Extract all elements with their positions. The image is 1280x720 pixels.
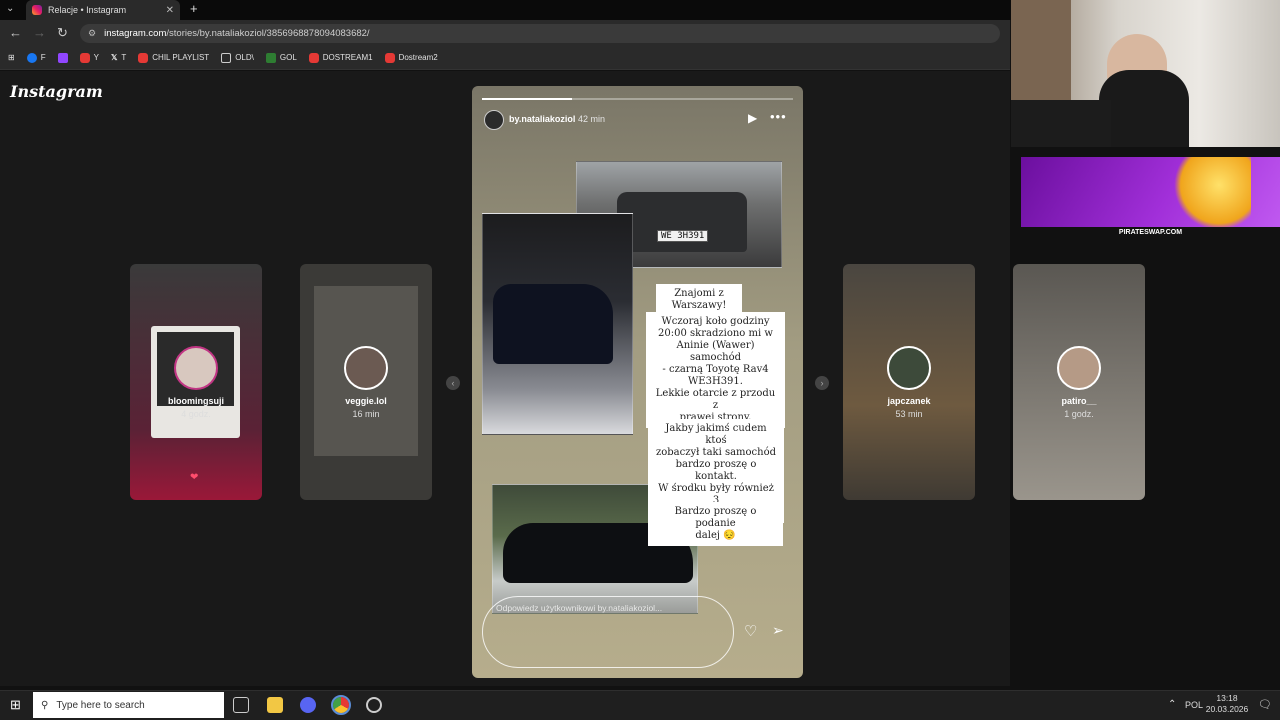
story-preview-japczanek[interactable]: japczanek 53 min [843, 264, 975, 500]
apps-icon[interactable]: ⊞ [8, 53, 15, 62]
bookmark-item[interactable]: DOSTREAM1 [308, 52, 373, 63]
story-preview-veggie-lol[interactable]: veggie.lol 16 min [300, 264, 432, 500]
story-author-name[interactable]: by.nataliakoziol [509, 114, 575, 124]
url-path: /stories/by.nataliakoziol/38569688780940… [166, 28, 370, 39]
next-story-icon[interactable]: › [815, 376, 829, 390]
story-author-avatar[interactable] [484, 110, 504, 130]
previous-story-icon[interactable]: ‹ [446, 376, 460, 390]
bookmarks-bar: ⊞ F Y 𝕏T CHIL PLAYLIST OLD\ GOL DOSTREAM… [0, 46, 1010, 70]
story-time: 1 godz. [1064, 409, 1094, 419]
notification-icon[interactable]: 🗨 [1258, 698, 1272, 711]
back-icon[interactable]: ← [9, 25, 22, 40]
folder-icon [221, 52, 232, 63]
bookmark-item[interactable]: CHIL PLAYLIST [138, 52, 209, 63]
bookmark-item[interactable]: GOL [265, 52, 297, 63]
more-options-icon[interactable]: ••• [770, 109, 787, 124]
ad-banner: PIRATESWAP.COM [1021, 157, 1280, 239]
youtube-icon [384, 52, 395, 63]
youtube-icon [308, 52, 319, 63]
address-bar[interactable]: ⚙ instagram.com/stories/by.nataliakoziol… [80, 24, 1000, 43]
forward-icon[interactable]: → [33, 25, 46, 40]
search-icon: ⚲ [41, 699, 49, 711]
active-story[interactable]: by.nataliakoziol 42 min ▶ ••• WE 3H391 Z… [472, 86, 803, 678]
bookmark-item[interactable]: Dostream2 [384, 52, 438, 63]
heart-icon[interactable]: ♡ [744, 622, 757, 640]
story-text-share-request: Bardzo proszę o podanie dalej 😔 [648, 502, 783, 546]
site-info-icon[interactable]: ⚙ [88, 28, 96, 39]
car-front-shape [493, 284, 613, 364]
url-host: instagram.com [104, 28, 167, 39]
windows-start-icon[interactable]: ⊞ [10, 697, 21, 713]
file-explorer-icon[interactable] [267, 697, 283, 713]
obs-icon[interactable] [366, 697, 382, 713]
reply-placeholder: Odpowiedz użytkownikowi by.nataliakoziol… [496, 603, 663, 613]
story-username: japczanek [887, 396, 931, 406]
bookmark-item[interactable] [57, 52, 68, 63]
clock-date: 20.03.2026 [1205, 704, 1249, 714]
story-preview-bloomingsuji[interactable]: bloomingsuji 4 godz. ❤ [130, 264, 262, 500]
facebook-icon [26, 52, 37, 63]
story-username: patiro__ [1061, 396, 1097, 406]
heart-icon: ❤ [190, 472, 199, 483]
instagram-logo[interactable]: Instagram [10, 82, 103, 101]
story-username: bloomingsuji [168, 396, 224, 406]
play-icon[interactable]: ▶ [748, 111, 757, 125]
webcam-body [1099, 70, 1189, 147]
reload-icon[interactable]: ↻ [57, 25, 68, 41]
webcam-overlay [1011, 0, 1280, 147]
bookmark-item[interactable]: 𝕏T [111, 53, 126, 62]
clock[interactable]: 13:18 20.03.2026 [1203, 693, 1251, 715]
story-time: 16 min [352, 409, 380, 419]
task-view-icon[interactable] [233, 697, 249, 713]
story-time: 53 min [895, 409, 923, 419]
car-rear-shape [617, 192, 747, 252]
x-icon: 𝕏 [110, 53, 118, 62]
avatar [174, 346, 218, 390]
g-icon [265, 52, 276, 63]
avatar [887, 346, 931, 390]
story-preview-patiro[interactable]: patiro__ 1 godz. [1013, 264, 1145, 500]
story-progress-fill [482, 98, 573, 100]
search-placeholder: Type here to search [56, 699, 145, 711]
license-plate: WE 3H391 [657, 230, 709, 242]
youtube-icon [138, 52, 149, 63]
avatar [1057, 346, 1101, 390]
close-tab-icon[interactable]: ✕ [166, 5, 174, 16]
discord-icon[interactable] [300, 697, 316, 713]
ad-label: PIRATESWAP.COM [1021, 227, 1280, 239]
youtube-icon [79, 52, 90, 63]
chrome-icon[interactable] [331, 695, 351, 715]
car-front-photo [482, 213, 633, 435]
story-timestamp: 42 min [578, 114, 606, 124]
language-indicator[interactable]: POL [1185, 700, 1203, 710]
tray-chevron-icon[interactable]: ⌃ [1168, 699, 1176, 710]
webcam-mic-arm [1011, 100, 1111, 147]
twitch-icon [57, 52, 68, 63]
bookmark-folder[interactable]: OLD\ [221, 52, 254, 63]
browser-tab[interactable]: Relacje • Instagram ✕ [26, 0, 180, 20]
story-progress-bar [482, 98, 793, 100]
clock-time: 13:18 [1216, 693, 1238, 703]
tab-search-icon[interactable]: ⌄ [6, 3, 14, 14]
new-tab-icon[interactable]: + [190, 1, 198, 16]
share-icon[interactable]: ➢ [772, 622, 784, 639]
bookmark-item[interactable]: F [26, 52, 46, 63]
tab-title: Relacje • Instagram [48, 5, 127, 15]
instagram-favicon-icon [32, 5, 42, 15]
taskbar-search[interactable]: ⚲ Type here to search [33, 692, 224, 718]
story-time: 4 godz. [181, 409, 211, 419]
ad-mascot [1171, 157, 1251, 227]
story-text-theft-details: Wczoraj koło godziny 20:00 skradziono mi… [646, 312, 785, 428]
story-username: veggie.lol [345, 396, 387, 406]
bookmark-item[interactable]: Y [79, 52, 99, 63]
avatar [344, 346, 388, 390]
